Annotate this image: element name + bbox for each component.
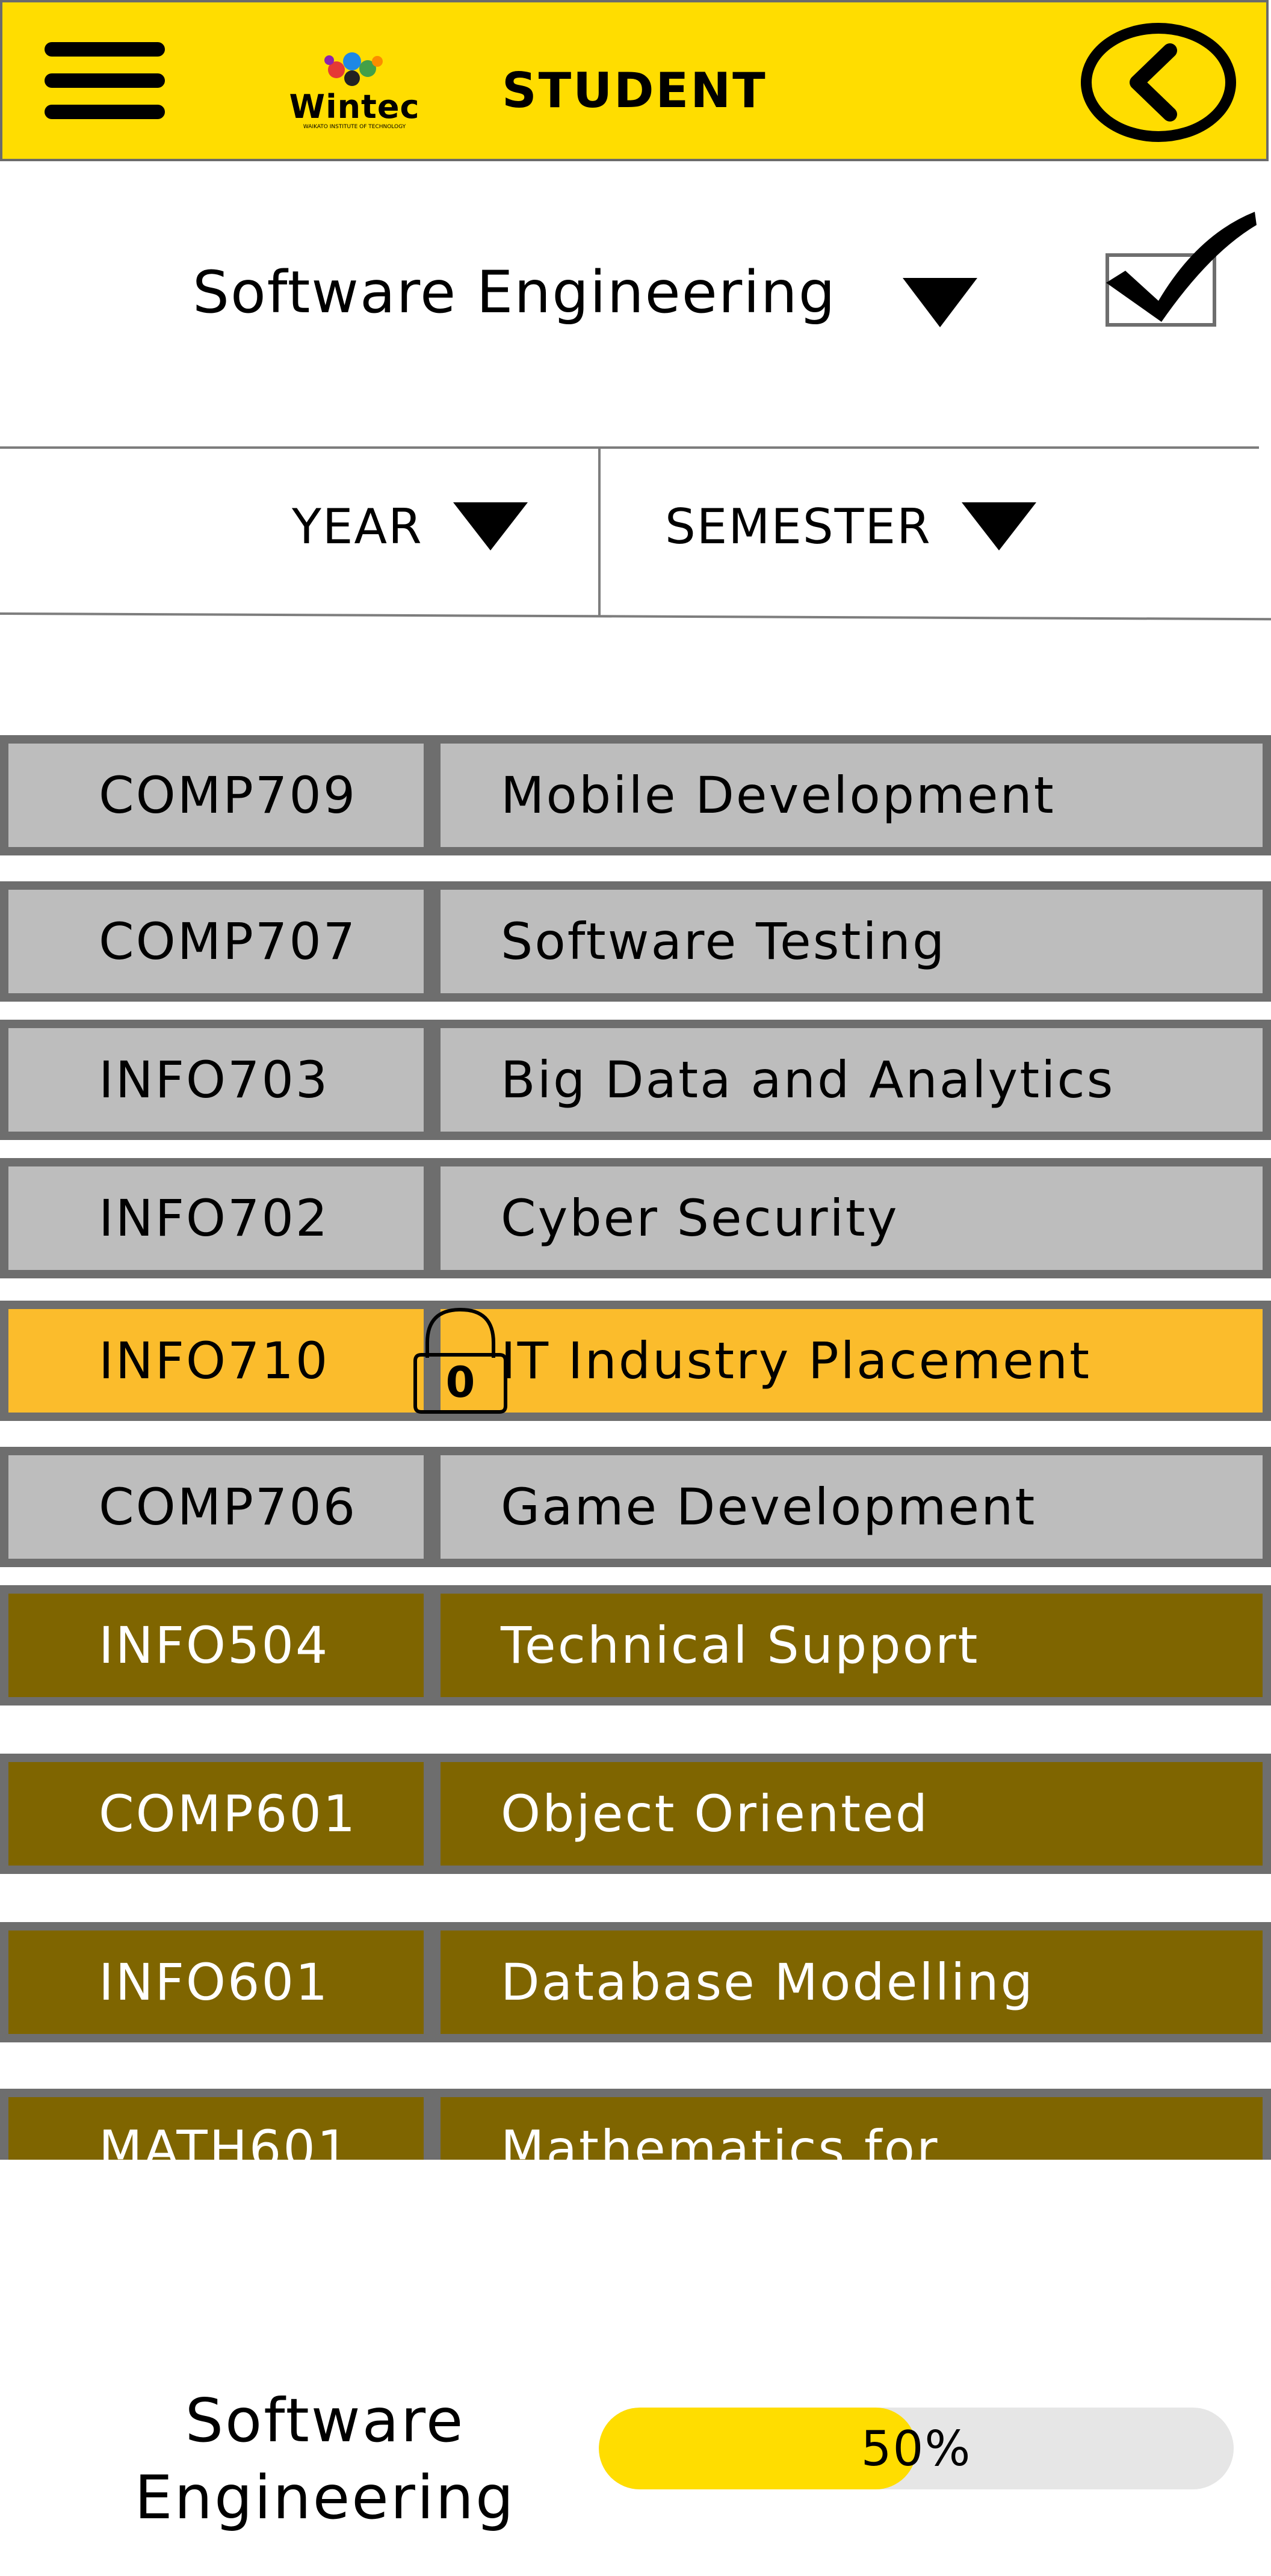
course-code: MATH601 <box>0 2089 432 2160</box>
filter-divider-top <box>0 446 1259 449</box>
confirm-checkbox-icon[interactable] <box>1101 211 1258 331</box>
app-header: Wintec WAIKATO INSTITUTE OF TECHNOLOGY S… <box>0 0 1269 161</box>
year-dropdown-icon <box>453 502 528 550</box>
page-title: STUDENT <box>502 63 767 119</box>
semester-filter-label: SEMESTER <box>665 498 932 555</box>
year-filter-label: YEAR <box>292 498 423 555</box>
filter-divider-bottom <box>0 612 1271 621</box>
course-name: Mobile Development <box>432 735 1271 855</box>
course-row[interactable]: COMP709 Mobile Development <box>0 735 1271 855</box>
course-code: INFO504 <box>0 1585 432 1706</box>
course-row[interactable]: INFO703 Big Data and Analytics <box>0 1020 1271 1140</box>
progress-program-label: Software Engineering <box>134 2385 516 2533</box>
course-code: COMP601 <box>0 1754 432 1874</box>
course-row[interactable]: INFO601 Database Modelling <box>0 1922 1271 2042</box>
course-row[interactable]: COMP706 Game Development <box>0 1447 1271 1567</box>
course-row[interactable]: MATH601 Mathematics for <box>0 2089 1271 2160</box>
program-dropdown-label[interactable]: Software Engineering <box>193 259 837 326</box>
course-name: Software Testing <box>432 881 1271 1002</box>
year-filter[interactable]: YEAR <box>292 481 528 572</box>
course-name: Database Modelling <box>432 1922 1271 2042</box>
logo-emblem-icon <box>324 52 383 86</box>
lock-count: 0 <box>446 1358 475 1407</box>
course-name: Big Data and Analytics <box>432 1020 1271 1140</box>
dropdown-triangle-icon[interactable] <box>903 278 977 327</box>
lock-icon: 0 <box>413 1307 507 1414</box>
course-code: INFO601 <box>0 1922 432 2042</box>
course-row[interactable]: INFO504 Technical Support <box>0 1585 1271 1706</box>
back-circle-icon[interactable] <box>1080 22 1237 143</box>
filter-divider-vertical <box>598 449 601 617</box>
semester-dropdown-icon <box>961 502 1036 550</box>
course-code: COMP706 <box>0 1447 432 1567</box>
course-name: Cyber Security <box>432 1158 1271 1278</box>
course-code: COMP709 <box>0 735 432 855</box>
hamburger-menu-icon[interactable] <box>45 39 165 123</box>
wintec-logo: Wintec WAIKATO INSTITUTE OF TECHNOLOGY <box>276 45 433 135</box>
course-code: INFO710 <box>0 1301 432 1421</box>
logo-tagline: WAIKATO INSTITUTE OF TECHNOLOGY <box>303 124 406 130</box>
course-list: COMP709 Mobile Development COMP707 Softw… <box>0 728 1271 2160</box>
course-name: Game Development <box>432 1447 1271 1567</box>
course-code: INFO702 <box>0 1158 432 1278</box>
course-code: INFO703 <box>0 1020 432 1140</box>
course-row[interactable]: INFO702 Cyber Security <box>0 1158 1271 1278</box>
course-code: COMP707 <box>0 881 432 1002</box>
course-row[interactable]: COMP601 Object Oriented <box>0 1754 1271 1874</box>
course-name: Technical Support <box>432 1585 1271 1706</box>
course-row[interactable]: COMP707 Software Testing <box>0 881 1271 1002</box>
progress-footer: Software Engineering 50% <box>0 2160 1271 2576</box>
course-name: Mathematics for <box>432 2089 1271 2160</box>
course-row[interactable]: INFO710 IT Industry Placement 0 <box>0 1301 1271 1421</box>
semester-filter[interactable]: SEMESTER <box>665 481 1036 572</box>
course-name: Object Oriented <box>432 1754 1271 1874</box>
progress-bar: 50% <box>599 2408 1234 2489</box>
progress-percent: 50% <box>861 2420 972 2477</box>
course-name: IT Industry Placement <box>432 1301 1271 1421</box>
logo-text: Wintec <box>289 88 420 126</box>
